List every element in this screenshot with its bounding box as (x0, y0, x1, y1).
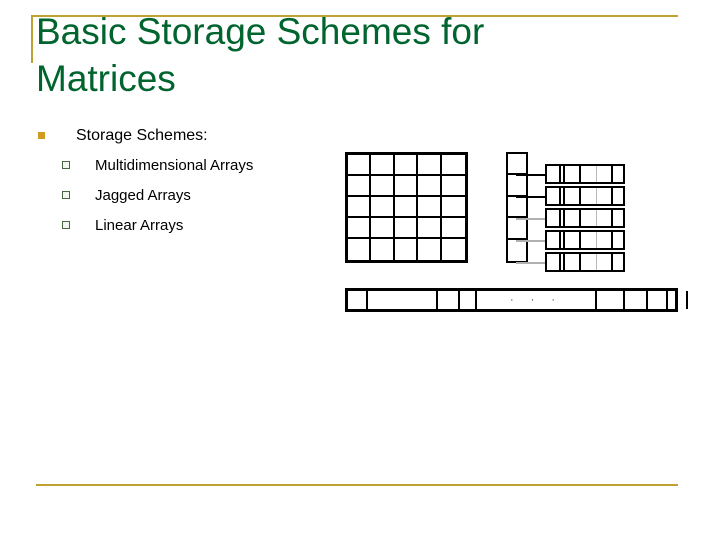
grid-cell (371, 239, 395, 260)
linear-cell (348, 291, 368, 309)
grid-cell (418, 155, 442, 176)
row-cell (581, 232, 597, 248)
bullet-level2-label: Multidimensional Arrays (95, 157, 254, 174)
grid-cell (441, 176, 465, 197)
grid-cell (371, 197, 395, 218)
row-cell (613, 254, 623, 270)
row-cell (581, 210, 597, 226)
grid-cell (394, 155, 419, 176)
linear-cell (597, 291, 625, 309)
linear-cell (625, 291, 648, 309)
row-cell (613, 166, 623, 182)
linear-cell (460, 291, 477, 309)
row-cell (613, 232, 623, 248)
slide-canvas: Basic Storage Schemes for Matrices Stora… (0, 0, 720, 540)
row-cell (597, 254, 613, 270)
hollow-square-bullet-icon (62, 221, 70, 229)
title-rule-vertical (31, 15, 33, 63)
row-cell (597, 166, 613, 182)
grid-cell (441, 218, 465, 239)
row-cell (581, 166, 597, 182)
body-content: Storage Schemes: Multidimensional Arrays… (36, 126, 336, 246)
filled-square-bullet-icon (38, 132, 45, 139)
grid-cell (371, 218, 395, 239)
row-cell (565, 232, 581, 248)
jagged-row (545, 230, 625, 250)
jagged-array-diagram (500, 148, 635, 272)
row-cell (547, 188, 561, 204)
row-cell (565, 210, 581, 226)
linear-cell (368, 291, 438, 309)
grid-cell (348, 176, 372, 197)
grid-cell (418, 176, 442, 197)
hollow-square-bullet-icon (62, 191, 70, 199)
grid-cell (418, 218, 442, 239)
grid-cell (348, 218, 372, 239)
jagged-pointer-column (506, 152, 528, 263)
pointer-link-3 (516, 218, 547, 220)
row-cell (613, 188, 623, 204)
pointer-cell (508, 154, 526, 176)
row-cell (565, 188, 581, 204)
grid-cell (441, 197, 465, 218)
grid-cell (348, 197, 372, 218)
jagged-row (545, 208, 625, 228)
row-cell (565, 166, 581, 182)
linear-cell (668, 291, 688, 309)
grid-cell (418, 197, 442, 218)
grid-cell (418, 239, 442, 260)
pointer-cell (508, 175, 526, 197)
row-cell (547, 210, 561, 226)
row-cell (547, 166, 561, 182)
grid-cell (441, 155, 465, 176)
row-cell (597, 188, 613, 204)
grid-cell (394, 218, 419, 239)
bullet-item-jagged-arrays: Jagged Arrays (36, 186, 336, 206)
grid-cell (394, 176, 419, 197)
grid-cell (395, 239, 419, 260)
bullet-item-multidimensional-arrays: Multidimensional Arrays (36, 156, 336, 176)
pointer-cell (508, 240, 526, 261)
jagged-row (545, 252, 625, 272)
jagged-row (545, 186, 625, 206)
grid-cell (348, 155, 372, 176)
footer-divider (36, 484, 678, 486)
sub-bullet-group: Multidimensional Arrays Jagged Arrays Li… (36, 156, 336, 236)
row-cell (597, 210, 613, 226)
row-cell (547, 254, 561, 270)
row-cell (581, 254, 597, 270)
pointer-link-4 (516, 240, 547, 242)
bullet-level2-label: Linear Arrays (95, 217, 184, 234)
grid-cell (394, 197, 419, 218)
grid-cell (442, 239, 465, 260)
page-title: Basic Storage Schemes for Matrices (36, 11, 495, 99)
linear-cell (648, 291, 668, 309)
pointer-link-2 (516, 196, 547, 198)
grid-cell (371, 176, 395, 197)
row-cell (581, 188, 597, 204)
linear-cell-ellipsis: · · · (477, 291, 597, 309)
row-cell (613, 210, 623, 226)
pointer-link-5 (516, 262, 547, 264)
bullet-item-level1: Storage Schemes: (36, 126, 336, 146)
pointer-cell (508, 218, 526, 240)
grid-cell (371, 155, 395, 176)
pointer-link-1 (516, 174, 547, 176)
linear-cell (438, 291, 460, 309)
bullet-item-linear-arrays: Linear Arrays (36, 216, 336, 236)
pointer-cell (508, 197, 526, 219)
hollow-square-bullet-icon (62, 161, 70, 169)
jagged-row (545, 164, 625, 184)
bullet-level1-label: Storage Schemes: (76, 127, 208, 144)
linear-array-diagram: · · · (345, 288, 688, 312)
ellipsis-label: · · · (509, 294, 563, 306)
grid-cell (348, 239, 372, 260)
multidimensional-array-diagram (345, 152, 468, 263)
row-cell (565, 254, 581, 270)
row-cell (547, 232, 561, 248)
bullet-level2-label: Jagged Arrays (95, 187, 191, 204)
row-cell (597, 232, 613, 248)
